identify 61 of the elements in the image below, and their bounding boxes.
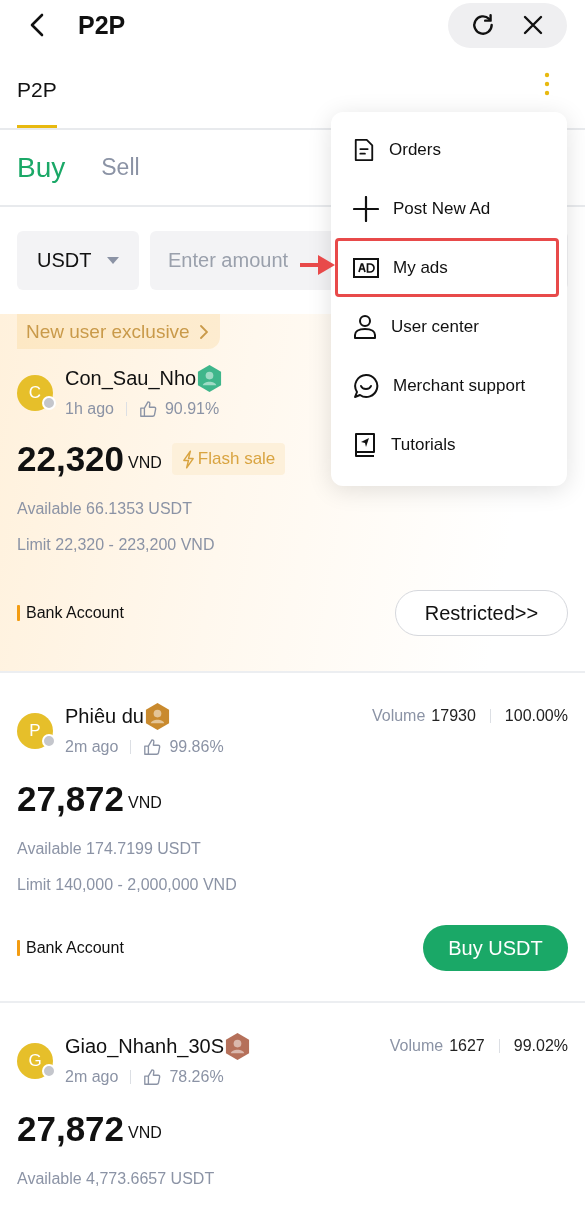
price: 27,872 bbox=[17, 779, 125, 819]
last-seen: 1h ago bbox=[65, 400, 114, 418]
avatar: G bbox=[17, 1043, 53, 1079]
page-title: P2P bbox=[78, 10, 127, 40]
status-dot bbox=[42, 1064, 56, 1078]
merchant-name[interactable]: Giao_Nhanh_30S bbox=[65, 1034, 224, 1058]
thumbs-up-icon bbox=[138, 400, 157, 418]
annotation-arrow bbox=[300, 254, 336, 276]
last-seen: 2m ago bbox=[65, 738, 119, 756]
limit-range: Limit 140,000 - 2,000,000 VND bbox=[17, 875, 238, 895]
rating: 99.86% bbox=[169, 738, 224, 756]
payment-marker bbox=[17, 940, 20, 956]
caret-icon bbox=[107, 256, 120, 265]
merchant-name[interactable]: Phiêu du bbox=[65, 704, 144, 728]
tab[interactable]: P2P bbox=[17, 52, 57, 128]
menu-item[interactable]: My ads bbox=[335, 238, 559, 297]
available-amount: Available 4,773.6657 USDT bbox=[17, 1169, 216, 1189]
menu-item[interactable]: Orders bbox=[335, 120, 559, 179]
menu-item[interactable]: User center bbox=[335, 297, 559, 356]
ad-icon bbox=[353, 257, 379, 278]
payment-marker bbox=[17, 605, 20, 621]
menu-item[interactable]: Tutorials bbox=[335, 415, 559, 474]
document-icon bbox=[353, 136, 375, 163]
payment-method: Bank Account bbox=[26, 604, 124, 622]
thumbs-up-icon bbox=[143, 1068, 162, 1086]
avatar: P bbox=[17, 713, 53, 749]
status-dot bbox=[42, 734, 56, 748]
lightning-icon bbox=[181, 449, 195, 469]
volume-value: 17930 bbox=[431, 707, 476, 725]
menu-item[interactable]: Post New Ad bbox=[335, 179, 559, 238]
rating: 78.26% bbox=[169, 1068, 224, 1086]
menu-item[interactable]: Merchant support bbox=[335, 356, 559, 415]
plus-icon bbox=[353, 195, 379, 222]
available-amount: Available 174.7199 USDT bbox=[17, 839, 202, 859]
avatar: C bbox=[17, 375, 53, 411]
chevron-right-icon bbox=[199, 324, 208, 339]
completion-rate: 99.02% bbox=[513, 1037, 568, 1055]
currency-dropdown[interactable]: USDT bbox=[17, 231, 139, 290]
last-seen: 2m ago bbox=[65, 1068, 119, 1086]
payment-method: Bank Account bbox=[26, 939, 124, 957]
user-icon bbox=[353, 313, 377, 340]
chat-smile-icon bbox=[353, 372, 379, 399]
merchant-name[interactable]: Con_Sau_Nho bbox=[65, 366, 197, 390]
rating: 90.91% bbox=[164, 400, 220, 418]
price-currency: VND bbox=[128, 454, 162, 472]
volume-label: Volume bbox=[371, 707, 426, 725]
thumbs-up-icon bbox=[143, 738, 162, 756]
completion-rate: 100.00% bbox=[504, 707, 568, 725]
volume-value: 1627 bbox=[449, 1037, 485, 1055]
volume-label: Volume bbox=[389, 1037, 444, 1055]
back-icon[interactable] bbox=[30, 13, 44, 37]
price: 22,320 bbox=[17, 439, 125, 479]
limit-range: Limit 22,320 - 223,200 VND bbox=[17, 535, 216, 555]
book-icon bbox=[353, 431, 377, 458]
available-amount: Available 66.1353 USDT bbox=[17, 499, 193, 519]
price: 27,872 bbox=[17, 1109, 125, 1149]
flash-sale-tag: Flash sale bbox=[171, 443, 286, 475]
price-currency: VND bbox=[128, 794, 162, 812]
price-currency: VND bbox=[128, 1124, 162, 1142]
restricted-button[interactable]: Restricted>> bbox=[395, 590, 568, 636]
status-dot bbox=[42, 396, 56, 410]
